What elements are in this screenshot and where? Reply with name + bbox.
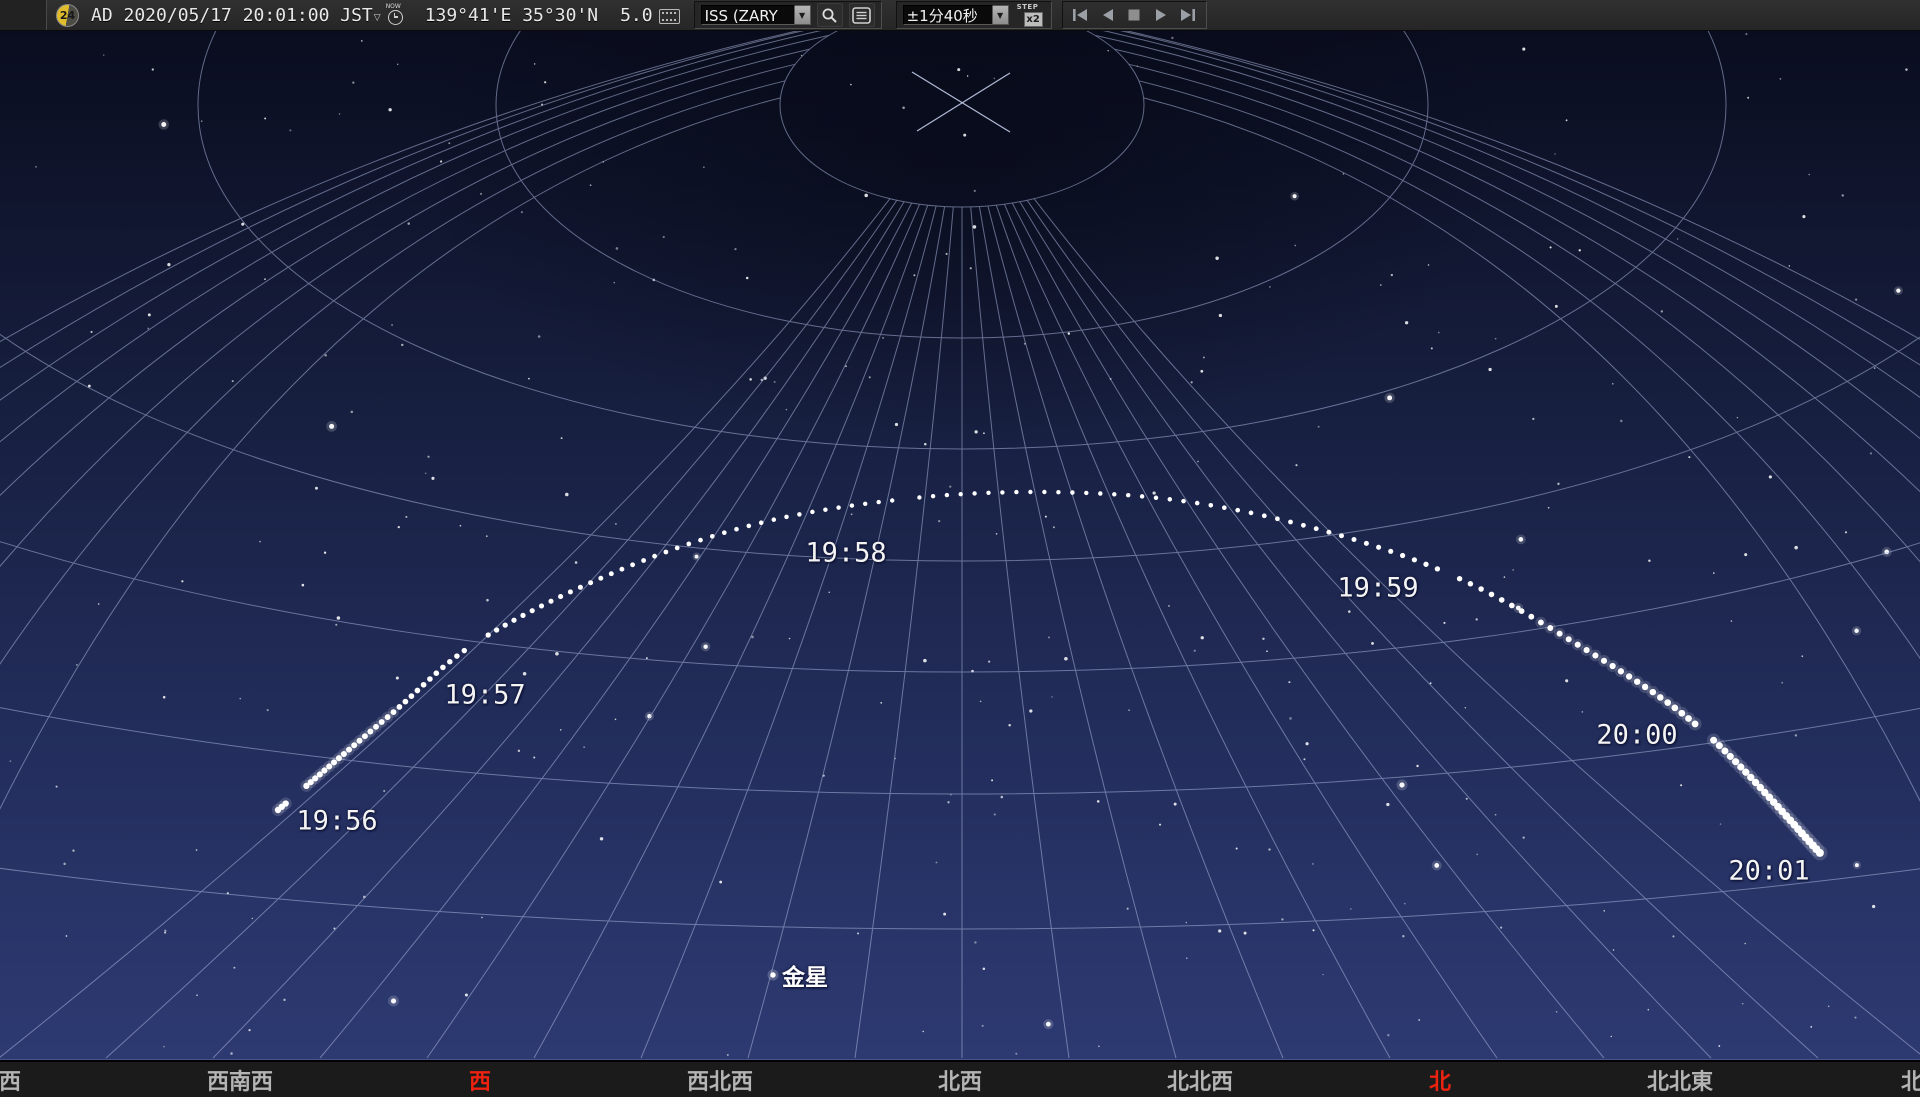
trail-time-label-19-57: 19:57 — [444, 680, 525, 711]
compass-label-西: 西 — [0, 1064, 21, 1096]
time-interval-dropdown-icon[interactable]: ▼ — [993, 5, 1009, 25]
venus-label: 金星 — [782, 958, 828, 992]
trail-time-label-20-00: 20:00 — [1596, 720, 1677, 751]
compass-label-北北西: 北北西 — [1167, 1064, 1233, 1096]
trail-time-label-19-59: 19:59 — [1337, 573, 1418, 604]
target-select-dropdown-icon[interactable]: ▼ — [795, 5, 811, 25]
now-icon-label: NOW — [386, 3, 401, 10]
limiting-magnitude-value: 5.0 — [620, 5, 653, 26]
skip-to-end-button[interactable] — [1176, 4, 1201, 26]
time-step-group: ±1分40秒 ▼ STEP x2 — [896, 1, 1052, 29]
search-icon — [821, 7, 838, 24]
skip-to-start-icon — [1072, 8, 1089, 22]
skip-to-end-icon — [1180, 8, 1197, 22]
time-interval-value: ±1分40秒 — [903, 5, 993, 25]
time-interval-select[interactable]: ±1分40秒 ▼ — [903, 5, 1009, 25]
compass-label-西北西: 西北西 — [687, 1064, 753, 1096]
trail-time-label-19-56: 19:56 — [296, 806, 377, 837]
timezone-dropdown-icon[interactable]: ▽ — [374, 13, 381, 23]
day-night-24h-icon[interactable]: 24 — [56, 4, 79, 27]
set-to-now-clock-icon[interactable]: NOW — [385, 3, 407, 27]
object-list-button[interactable] — [849, 3, 875, 27]
sky-svg — [0, 0, 1920, 1097]
compass-label-北北東: 北北東 — [1647, 1064, 1713, 1096]
clock-icon — [388, 10, 403, 25]
play-reverse-button[interactable] — [1095, 4, 1120, 26]
compass-label-北: 北 — [1901, 1064, 1920, 1096]
toolbar: 24 AD 2020/05/17 20:01:00 JST ▽ NOW 139°… — [0, 0, 1920, 31]
location-coordinates: 139°41'E 35°30'N — [425, 5, 598, 26]
play-forward-icon — [1154, 8, 1169, 22]
compass-label-西: 西 — [469, 1064, 491, 1096]
skip-to-start-button[interactable] — [1068, 4, 1093, 26]
stop-button[interactable] — [1122, 4, 1147, 26]
toolbar-left-pad — [0, 0, 47, 30]
compass-label-西南西: 西南西 — [207, 1064, 273, 1096]
target-select-group: ISS (ZARY ▼ — [694, 1, 882, 29]
transport-controls — [1062, 1, 1207, 29]
search-button[interactable] — [817, 3, 843, 27]
stop-icon — [1127, 8, 1141, 22]
datetime-display[interactable]: AD 2020/05/17 20:01:00 JST — [91, 5, 373, 26]
trail-time-label-20-01: 20:01 — [1728, 856, 1809, 887]
list-icon — [852, 7, 871, 24]
step-button-label: STEP — [1017, 3, 1039, 11]
step-x2-button[interactable]: STEP x2 — [1017, 3, 1045, 27]
location-panel-icon[interactable] — [659, 9, 680, 24]
step-x2-badge: x2 — [1024, 12, 1043, 27]
target-select-value: ISS (ZARY — [701, 5, 795, 25]
play-forward-button[interactable] — [1149, 4, 1174, 26]
compass-label-北: 北 — [1429, 1064, 1451, 1096]
play-reverse-icon — [1100, 8, 1115, 22]
compass-bar: 西 西南西 西 西北西 北西 北北西 北 北北東 北 — [0, 1060, 1920, 1097]
target-select[interactable]: ISS (ZARY ▼ — [701, 5, 811, 25]
compass-label-北西: 北西 — [938, 1064, 982, 1096]
trail-time-label-19-58: 19:58 — [805, 538, 886, 569]
sky-view[interactable]: 19:56 19:57 19:58 19:59 20:00 20:01 金星 — [0, 0, 1920, 1097]
